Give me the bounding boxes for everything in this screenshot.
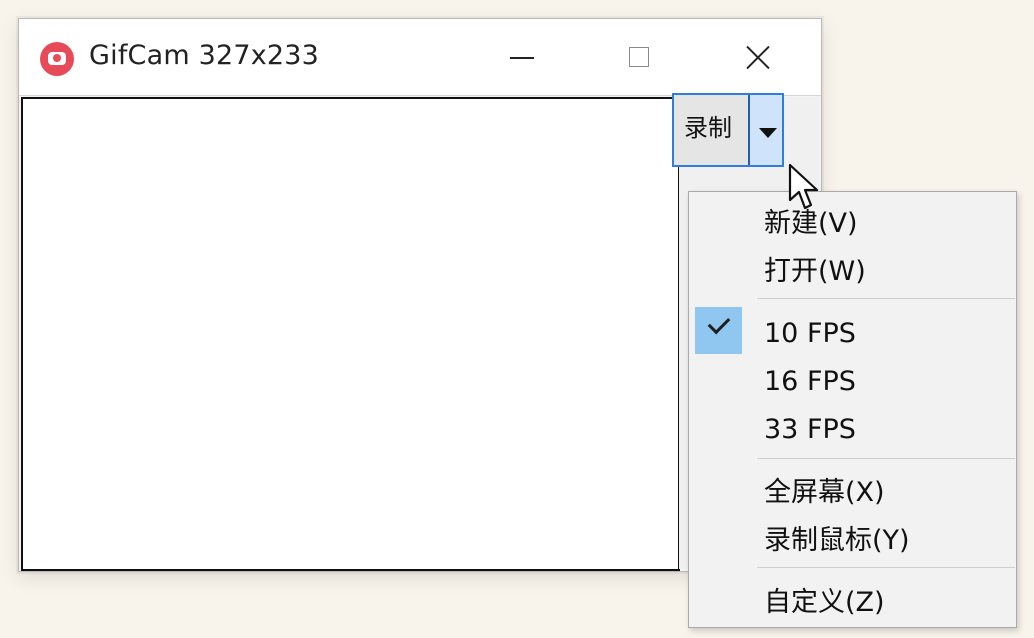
menu-item-16-fps[interactable]: 16 FPS [689,358,1016,406]
menu-item-custom[interactable]: 自定义(Z) [689,579,1016,627]
menu-item-10-fps[interactable]: 10 FPS [689,310,1016,358]
menu-item-fullscreen[interactable]: 全屏幕(X) [689,469,1016,517]
menu-item-label: 16 FPS [764,366,856,397]
maximize-icon [629,47,649,67]
menu-item-label: 录制鼠标(Y) [764,525,910,556]
maximize-button[interactable] [581,19,697,95]
menu-item-label: 自定义(Z) [764,587,885,618]
close-button[interactable] [705,19,821,95]
record-button[interactable]: 录制 [674,95,750,165]
mouse-cursor-icon [788,163,819,210]
capture-area[interactable] [21,97,680,571]
window-title: GifCam 327x233 [89,40,320,71]
record-split-button[interactable]: 录制 [672,93,784,167]
menu-item-label: 33 FPS [764,414,856,445]
minimize-button[interactable] [465,19,581,95]
menu-separator [757,567,1015,568]
title-bar[interactable]: GifCam 327x233 [19,19,821,96]
menu-item-label: 打开(W) [764,256,866,287]
gifcam-app-icon [40,42,74,76]
menu-item-label: 全屏幕(X) [764,477,885,508]
dropdown-arrow-button[interactable] [750,95,782,165]
menu-item-open[interactable]: 打开(W) [689,248,1016,296]
menu-separator [757,298,1015,299]
record-options-menu: 新建(V) 打开(W) 10 FPS 16 FPS 33 FPS 全屏幕(X) … [688,191,1017,628]
menu-item-33-fps[interactable]: 33 FPS [689,406,1016,454]
close-icon [744,43,772,71]
menu-item-label: 10 FPS [764,318,856,349]
menu-item-record-mouse[interactable]: 录制鼠标(Y) [689,517,1016,565]
menu-item-new[interactable]: 新建(V) [689,200,1016,248]
minimize-icon [510,57,534,59]
record-button-label: 录制 [684,114,732,142]
menu-separator [757,458,1015,459]
